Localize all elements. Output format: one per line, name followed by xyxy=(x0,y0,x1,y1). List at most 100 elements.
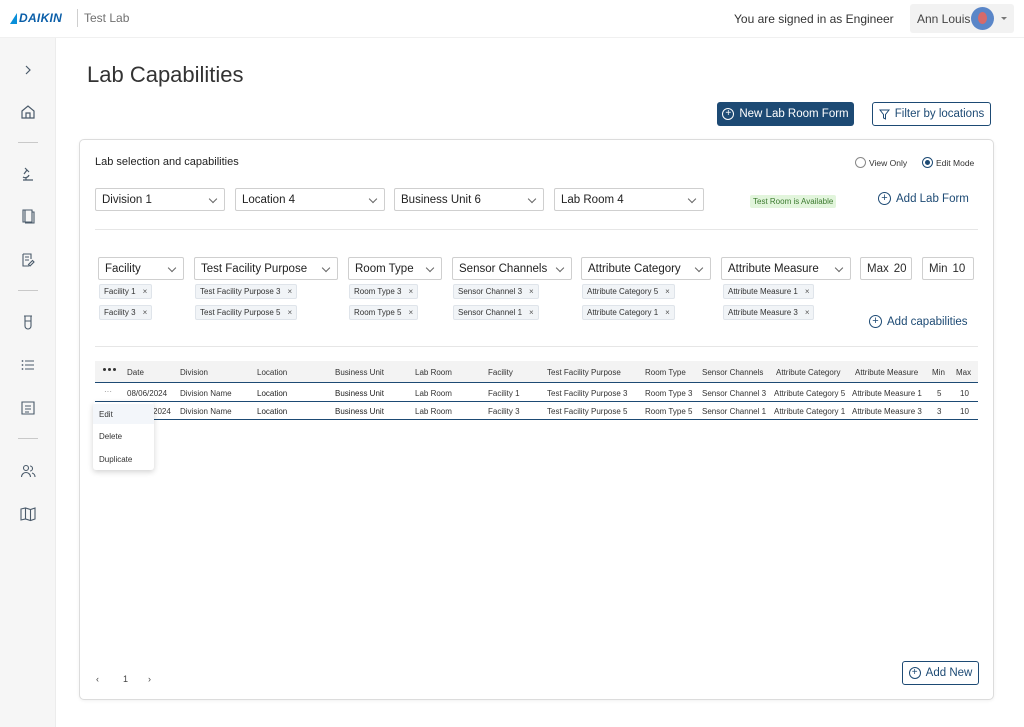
chevron-down-icon xyxy=(208,194,218,204)
microscope-icon[interactable] xyxy=(18,164,38,184)
table-row[interactable]: 2024 Division Name Location Business Uni… xyxy=(95,402,978,420)
column-header[interactable]: Attribute Measure xyxy=(855,368,918,377)
next-page-icon[interactable]: › xyxy=(148,674,151,684)
attribute-category-select[interactable]: Attribute Category xyxy=(581,257,711,280)
add-capabilities-button[interactable]: + Add capabilities xyxy=(869,315,968,328)
purpose-label: Test Facility Purpose xyxy=(201,262,308,275)
chip[interactable]: Attribute Category 5 × xyxy=(582,284,675,299)
chevron-down-icon xyxy=(834,263,844,273)
filter-by-locations-button[interactable]: Filter by locations xyxy=(872,102,991,126)
attribute-measure-select[interactable]: Attribute Measure xyxy=(721,257,851,280)
column-header[interactable]: Max xyxy=(956,368,971,377)
menu-item-duplicate[interactable]: Duplicate xyxy=(93,449,154,469)
cell-business-unit: Business Unit xyxy=(335,407,384,416)
location-value: Location 4 xyxy=(242,193,296,206)
chip-label: Test Facility Purpose 3 xyxy=(200,287,281,296)
page-number[interactable]: 1 xyxy=(123,674,128,684)
close-icon[interactable]: × xyxy=(805,287,810,296)
cell-date: 2024 xyxy=(153,407,171,416)
view-only-radio[interactable]: View Only xyxy=(855,157,907,168)
min-value: 10 xyxy=(952,262,966,275)
chip[interactable]: Sensor Channel 3 × xyxy=(453,284,539,299)
new-lab-room-form-label: New Lab Room Form xyxy=(739,108,849,120)
chip[interactable]: Room Type 3 × xyxy=(349,284,419,299)
table-row[interactable]: ··· 08/06/2024 Division Name Location Bu… xyxy=(95,384,978,402)
chip-label: Attribute Measure 3 xyxy=(728,308,798,317)
chip[interactable]: Test Facility Purpose 5 × xyxy=(195,305,298,320)
column-header[interactable]: Attribute Category xyxy=(776,368,840,377)
list-icon[interactable] xyxy=(18,355,38,375)
book-icon[interactable] xyxy=(18,206,38,226)
map-icon[interactable] xyxy=(18,504,38,524)
chip-label: Facility 3 xyxy=(104,308,136,317)
close-icon[interactable]: × xyxy=(408,308,413,317)
close-icon[interactable]: × xyxy=(143,308,148,317)
close-icon[interactable]: × xyxy=(287,287,292,296)
facility-select[interactable]: Facility xyxy=(98,257,184,280)
test-facility-purpose-select[interactable]: Test Facility Purpose xyxy=(194,257,338,280)
column-header[interactable]: Sensor Channels xyxy=(702,368,763,377)
min-field[interactable]: Min 10 xyxy=(922,257,974,280)
column-header[interactable]: Business Unit xyxy=(335,368,384,377)
caret-down-icon xyxy=(1001,17,1007,20)
home-icon[interactable] xyxy=(18,102,38,122)
chip[interactable]: Facility 1 × xyxy=(99,284,153,299)
more-options-icon[interactable] xyxy=(103,368,116,371)
chevron-right-icon[interactable] xyxy=(18,60,38,80)
filter-icon xyxy=(878,109,890,120)
column-header[interactable]: Date xyxy=(127,368,144,377)
close-icon[interactable]: × xyxy=(287,308,292,317)
chip-label: Test Facility Purpose 5 xyxy=(200,308,281,317)
new-lab-room-form-button[interactable]: + New Lab Room Form xyxy=(717,102,854,126)
edit-mode-radio[interactable]: Edit Mode xyxy=(922,157,974,168)
close-icon[interactable]: × xyxy=(529,287,534,296)
column-header[interactable]: Min xyxy=(932,368,945,377)
max-label: Max xyxy=(867,262,889,275)
column-header[interactable]: Division xyxy=(180,368,208,377)
chip[interactable]: Room Type 5 × xyxy=(349,305,419,320)
chevron-down-icon xyxy=(694,263,704,273)
chip[interactable]: Attribute Measure 3 × xyxy=(723,305,815,320)
prev-page-icon[interactable]: ‹ xyxy=(96,674,99,684)
document-icon[interactable] xyxy=(18,398,38,418)
chip[interactable]: Test Facility Purpose 3 × xyxy=(195,284,298,299)
close-icon[interactable]: × xyxy=(408,287,413,296)
menu-item-delete[interactable]: Delete xyxy=(93,426,154,446)
close-icon[interactable]: × xyxy=(805,308,810,317)
location-select[interactable]: Location 4 xyxy=(235,188,385,211)
user-menu[interactable]: Ann Louis xyxy=(910,4,1014,33)
column-header[interactable]: Facility xyxy=(488,368,513,377)
edit-document-icon[interactable] xyxy=(18,250,38,270)
business-unit-select[interactable]: Business Unit 6 xyxy=(394,188,544,211)
sensor-channels-select[interactable]: Sensor Channels xyxy=(452,257,572,280)
chip[interactable]: Facility 3 × xyxy=(99,305,153,320)
row-menu-icon[interactable]: ··· xyxy=(104,387,112,396)
column-header[interactable]: Room Type xyxy=(645,368,686,377)
chip-label: Sensor Channel 1 xyxy=(458,308,523,317)
close-icon[interactable]: × xyxy=(529,308,534,317)
chip[interactable]: Attribute Measure 1 × xyxy=(723,284,815,299)
add-new-button[interactable]: + Add New xyxy=(902,661,979,685)
edit-mode-label: Edit Mode xyxy=(936,157,975,168)
room-type-select[interactable]: Room Type xyxy=(348,257,442,280)
column-header[interactable]: Lab Room xyxy=(415,368,452,377)
row-context-menu: Edit Delete Duplicate xyxy=(93,402,154,470)
column-header[interactable]: Test Facility Purpose xyxy=(547,368,621,377)
menu-item-edit[interactable]: Edit xyxy=(93,404,154,424)
test-tube-icon[interactable] xyxy=(18,312,38,332)
division-select[interactable]: Division 1 xyxy=(95,188,225,211)
chip[interactable]: Sensor Channel 1 × xyxy=(453,305,539,320)
max-field[interactable]: Max 20 xyxy=(860,257,912,280)
close-icon[interactable]: × xyxy=(143,287,148,296)
column-header[interactable]: Location xyxy=(257,368,287,377)
close-icon[interactable]: × xyxy=(665,287,670,296)
add-lab-form-button[interactable]: + Add Lab Form xyxy=(878,192,969,205)
chip[interactable]: Attribute Category 1 × xyxy=(582,305,675,320)
lab-room-select[interactable]: Lab Room 4 xyxy=(554,188,704,211)
chevron-down-icon xyxy=(555,263,565,273)
daikin-logo[interactable]: DAIKIN xyxy=(10,11,62,25)
user-name: Ann Louis xyxy=(917,12,971,26)
users-icon[interactable] xyxy=(18,461,38,481)
cell-attr-measure: Attribute Measure 3 xyxy=(852,407,922,416)
close-icon[interactable]: × xyxy=(665,308,670,317)
